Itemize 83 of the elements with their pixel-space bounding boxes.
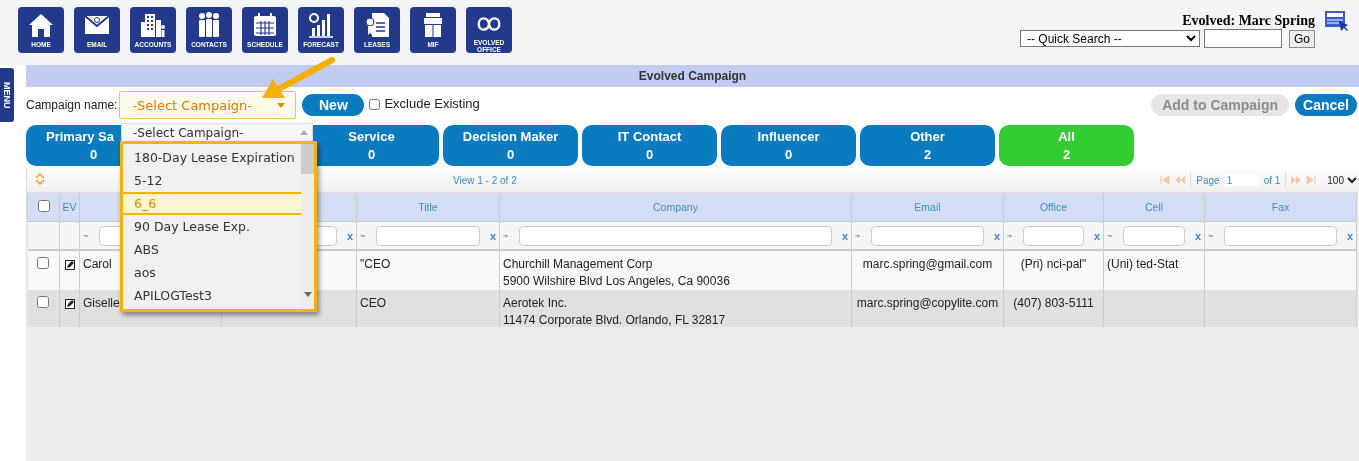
previous-page-icon <box>1175 176 1186 184</box>
filter-field[interactable] <box>519 225 832 246</box>
filter-field[interactable] <box>1023 225 1084 246</box>
table-cell: Carol <box>83 257 112 271</box>
filter-field[interactable] <box>376 225 480 246</box>
company-address: 5900 Wilshire Blvd Los Angeles, Ca 90036 <box>503 274 731 288</box>
clear-filter-link[interactable]: x <box>337 229 353 242</box>
exclude-existing-checkbox[interactable] <box>369 98 381 110</box>
company-name: Churchill Management Corp <box>503 257 654 271</box>
page-size-select[interactable]: 100 <box>1327 174 1357 186</box>
table-cell: marc.spring@gmail.com <box>862 257 993 271</box>
page-total: of 1 <box>1263 174 1281 186</box>
title-bar: Evolved Campaign <box>26 65 1359 87</box>
filter-operator: ~ <box>503 230 510 241</box>
filter-operator: ~ <box>1007 230 1014 241</box>
clear-filter-link[interactable]: x <box>480 229 496 242</box>
filter-operator: ~ <box>83 230 90 241</box>
filter-operator: ~ <box>1107 230 1114 241</box>
column-header[interactable]: Cell <box>1144 201 1164 213</box>
dropdown-option[interactable]: APILOGTest3 <box>123 284 301 307</box>
table-cell: (Pri) nci-pal" <box>1020 257 1087 271</box>
go-button[interactable]: Go <box>1289 29 1315 48</box>
exclude-existing-label: Exclude Existing <box>384 95 480 111</box>
clear-filter-link[interactable]: x <box>1337 229 1353 242</box>
chevron-icon <box>1347 176 1357 184</box>
edit-icon[interactable] <box>65 299 75 309</box>
dropdown-option[interactable]: aos <box>123 261 301 284</box>
scrollbar[interactable] <box>301 144 314 309</box>
menu-tab[interactable]: MENU <box>0 68 14 122</box>
caret-icon <box>277 102 286 108</box>
clear-filter-link[interactable]: x <box>832 229 848 242</box>
dropdown-option[interactable]: 6_6 <box>123 192 301 215</box>
first-page-icon <box>1160 176 1171 184</box>
dropdown-option[interactable]: 5-12 <box>123 169 301 192</box>
user-name: Evolved: Marc Spring <box>1182 13 1315 29</box>
table-cell: (Uni) ted-Stat <box>1107 257 1179 271</box>
column-header[interactable]: Title <box>418 201 438 213</box>
clear-filter-link[interactable]: x <box>984 229 1000 242</box>
record-count: View 1 - 2 of 2 <box>453 174 518 186</box>
category-tab[interactable]: IT Contact 0 <box>582 125 717 166</box>
table-cell: CEO <box>360 296 386 310</box>
quick-search-select[interactable]: -- Quick Search -- <box>1020 30 1200 47</box>
page-label: Page <box>1196 174 1220 186</box>
cancel-button[interactable]: Cancel <box>1295 94 1357 116</box>
column-header[interactable]: Email <box>914 201 941 213</box>
filter-field[interactable] <box>1123 225 1185 246</box>
campaign-select[interactable]: -Select Campaign- <box>119 91 297 119</box>
company-address: 11474 Corporate Blvd. Orlando, FL 32817 <box>503 313 727 327</box>
filter-field[interactable] <box>1224 225 1337 246</box>
scrollbar-thumb[interactable] <box>301 144 314 174</box>
table-cell: (407) 803-5111 <box>1013 296 1094 310</box>
campaign-name-label: Campaign name: <box>26 98 118 112</box>
category-tab[interactable]: Decision Maker 0 <box>443 125 578 166</box>
row-checkbox[interactable] <box>36 296 49 308</box>
search-field[interactable] <box>1204 29 1282 48</box>
scroll-up-icon <box>300 130 308 135</box>
sort-icon <box>35 173 45 185</box>
category-tab[interactable]: Influencer 0 <box>721 125 856 166</box>
dropdown-option[interactable]: ABS <box>123 238 301 261</box>
clear-filter-link[interactable]: x <box>1084 229 1100 242</box>
clear-filter-link[interactable]: x <box>1185 229 1201 242</box>
column-header[interactable]: Fax <box>1271 201 1290 213</box>
table-cell: marc.spring@copylite.com <box>856 296 999 310</box>
filter-operator: ~ <box>360 230 367 241</box>
next-page-icon <box>1291 176 1302 184</box>
page-field[interactable]: 1 <box>1224 174 1259 186</box>
column-header[interactable]: Company <box>653 201 698 213</box>
table-cell: Giselle <box>83 296 120 310</box>
category-tab[interactable]: Other 2 <box>860 125 995 166</box>
row-checkbox[interactable] <box>36 257 49 269</box>
last-page-icon <box>1306 176 1317 184</box>
filter-operator: ~ <box>1208 230 1215 241</box>
scroll-down-icon <box>303 292 312 297</box>
filter-operator: ~ <box>855 230 862 241</box>
dropdown-option[interactable]: 90 Day Lease Exp. <box>123 215 301 238</box>
select-all-checkbox[interactable] <box>37 200 50 212</box>
bar-chart-icon <box>306 10 336 40</box>
column-header[interactable]: Office <box>1039 201 1068 213</box>
edit-icon[interactable] <box>65 260 75 270</box>
new-button[interactable]: New <box>302 94 365 116</box>
table-cell: "CEO <box>360 257 391 271</box>
company-name: Aerotek Inc. <box>503 296 569 310</box>
filter-field[interactable] <box>871 225 984 246</box>
